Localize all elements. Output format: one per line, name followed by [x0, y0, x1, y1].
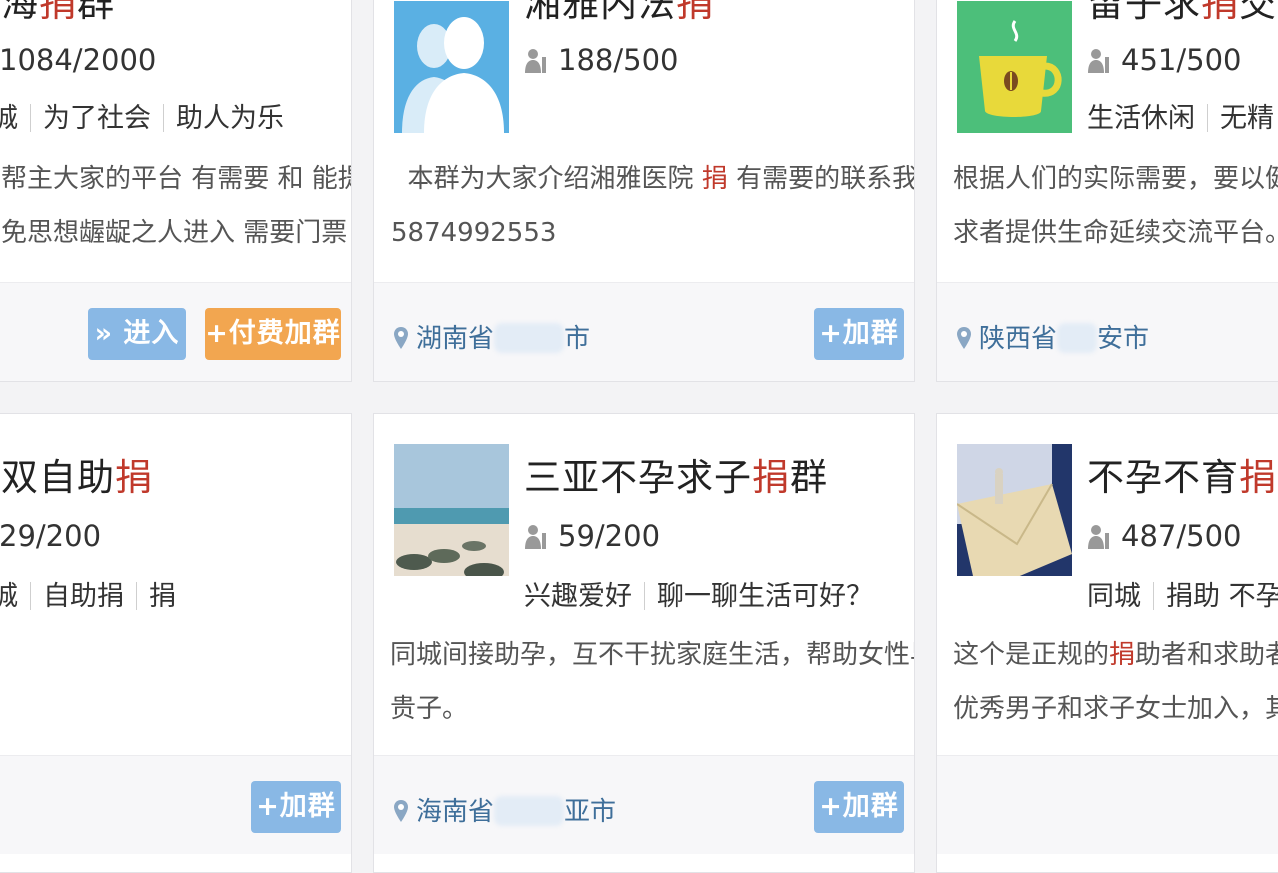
group-title[interactable]: 海捐群: [1, 0, 115, 27]
members-icon: [1088, 525, 1109, 549]
card-footer: 湖南省市 +加群: [374, 282, 914, 381]
location-pin-icon: [394, 800, 408, 822]
member-count: 29/200: [0, 519, 102, 553]
member-count: 59/200: [524, 519, 660, 553]
group-description: 根据人们的实际需要，要以健康 求者提供生命延续交流平台。严: [953, 164, 1278, 248]
group-card[interactable]: 不孕不育捐总 487/500 同城捐助 不孕不 这个是正规的捐助者和求助者的 优…: [936, 413, 1278, 873]
redacted-region: [494, 323, 565, 353]
group-description: 同城间接助孕，互不干扰家庭生活，帮助女性早得 贵子。: [390, 640, 915, 724]
group-avatar: [957, 1, 1072, 133]
group-card[interactable]: 双自助捐 29/200 城自助捐捐 +加群: [0, 413, 352, 873]
group-tags: 城自助捐捐: [0, 574, 176, 613]
redacted-region: [1057, 323, 1098, 353]
group-avatar: [394, 1, 509, 133]
coffee-cup-icon: [957, 1, 1072, 133]
beach-photo: [394, 444, 509, 576]
group-location: 海南省 亚市: [394, 791, 616, 828]
group-avatar: [957, 444, 1072, 576]
members-icon: [525, 49, 546, 73]
group-title[interactable]: 湘雅内法捐: [524, 0, 714, 27]
join-group-button[interactable]: +加群: [814, 308, 904, 360]
group-description: 帮主大家的平台 有需要 和 能提 免思想龌龊之人进入 需要门票 ...: [1, 164, 352, 248]
group-card[interactable]: 留子求捐交流 451/500 生活休闲无精无 根据人们的实际需要，要以健康 求者…: [936, 0, 1278, 382]
group-location: 湖南省市: [394, 318, 590, 355]
group-title[interactable]: 三亚不孕求子捐群: [524, 447, 828, 501]
member-count: 451/500: [1087, 43, 1241, 77]
group-title[interactable]: 不孕不育捐总: [1087, 447, 1278, 501]
group-card[interactable]: 海捐群 1084/2000 城为了社会助人为乐 帮主大家的平台 有需要 和 能提…: [0, 0, 352, 382]
paid-join-button[interactable]: +付费加群: [205, 308, 341, 360]
join-group-button[interactable]: +加群: [814, 781, 904, 833]
group-location: 陕西省 安市: [957, 318, 1149, 355]
group-avatar: [394, 444, 509, 576]
group-title[interactable]: 留子求捐交流: [1087, 0, 1278, 27]
group-description: 本群为大家介绍湘雅医院 捐 有需要的联系我1 5874992553: [391, 164, 915, 248]
group-tags: 生活休闲无精无: [1087, 103, 1274, 134]
envelope-photo: [957, 444, 1072, 576]
redacted-region: [494, 796, 565, 826]
group-tags: 同城捐助 不孕不: [1087, 581, 1278, 612]
members-icon: [1088, 49, 1109, 73]
location-pin-icon: [394, 327, 408, 349]
member-count: 487/500: [1087, 519, 1241, 553]
default-user-avatar-icon: [394, 1, 509, 133]
group-title[interactable]: 双自助捐: [1, 447, 153, 501]
enter-button[interactable]: » 进入: [88, 308, 186, 360]
member-count: 1084/2000: [0, 43, 157, 77]
card-footer: 陕西省 安市: [937, 282, 1278, 381]
group-card[interactable]: 湘雅内法捐 188/500 本群为大家介绍湘雅医院 捐 有需要的联系我1 587…: [373, 0, 915, 382]
card-footer: [937, 755, 1278, 854]
members-icon: [525, 525, 546, 549]
card-footer: » 进入 +付费加群: [0, 282, 351, 381]
member-count: 188/500: [524, 43, 678, 77]
location-pin-icon: [957, 327, 971, 349]
group-tags: 兴趣爱好 聊一聊生活可好？: [524, 581, 873, 612]
card-footer: +加群: [0, 755, 351, 854]
group-card[interactable]: 三亚不孕求子捐群 59/200 兴趣爱好 聊一聊生活可好？ 同城间接助孕，互不干扰…: [373, 413, 915, 873]
join-group-button[interactable]: +加群: [251, 781, 341, 833]
group-tags: 城为了社会助人为乐: [0, 96, 284, 135]
group-description: 这个是正规的捐助者和求助者的 优秀男子和求子女士加入，其他: [953, 640, 1278, 724]
card-footer: 海南省 亚市 +加群: [374, 755, 914, 854]
